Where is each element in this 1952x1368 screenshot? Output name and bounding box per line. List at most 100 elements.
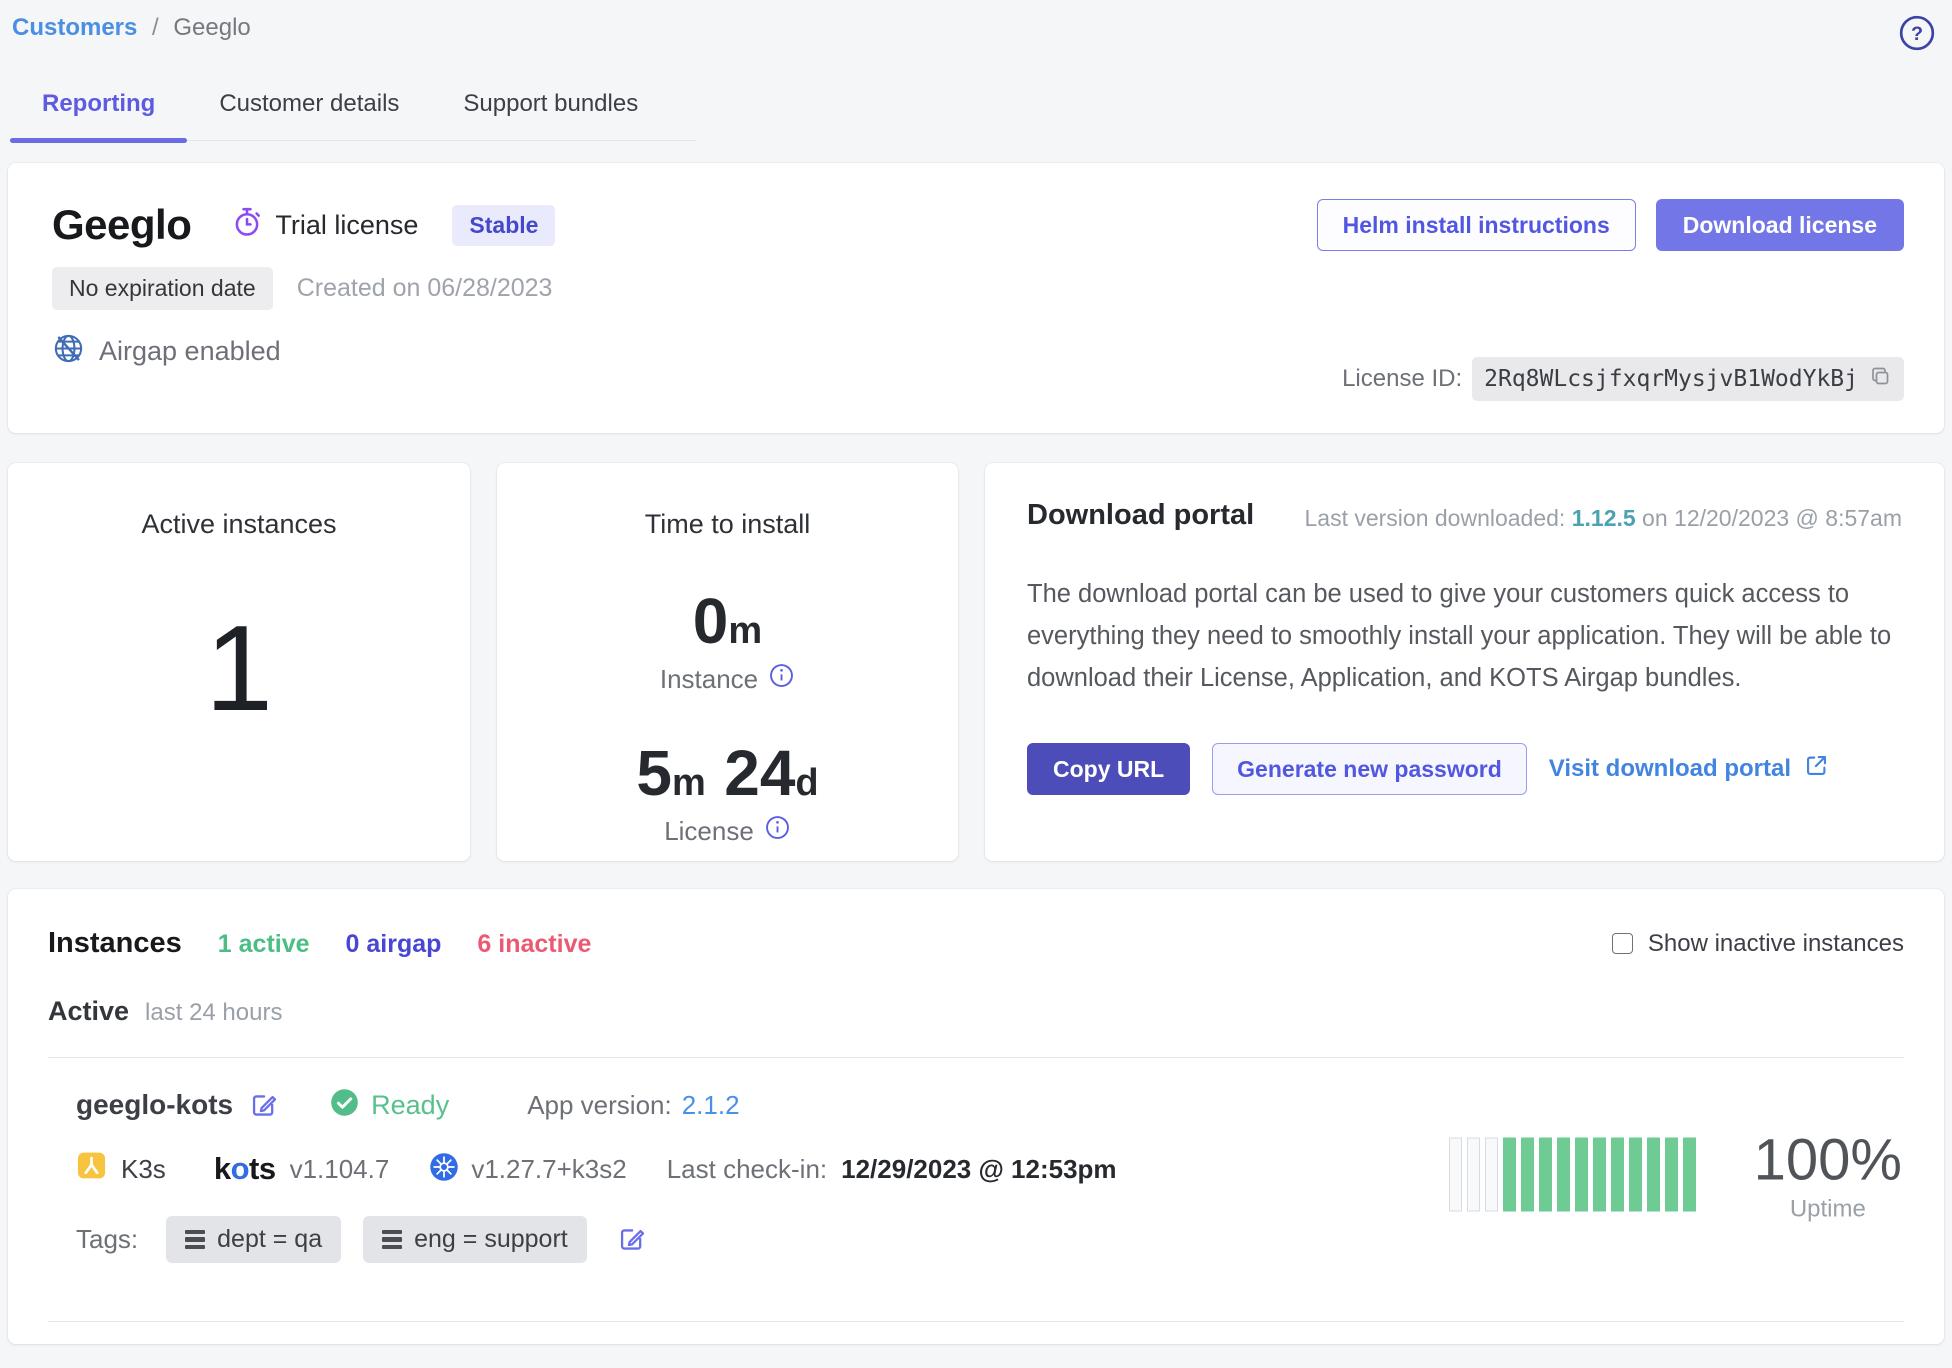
tag-lines-icon xyxy=(185,1230,205,1250)
uptime-bar xyxy=(1557,1138,1570,1212)
tab-customer-details[interactable]: Customer details xyxy=(187,82,431,140)
expiration-badge: No expiration date xyxy=(52,267,273,310)
last-checkin-label: Last check-in: xyxy=(667,1154,827,1185)
download-license-button[interactable]: Download license xyxy=(1656,199,1904,251)
kubernetes-icon xyxy=(429,1152,459,1187)
instance-install-time: 0m xyxy=(497,584,958,658)
breadcrumb-customers-link[interactable]: Customers xyxy=(12,14,137,41)
last-version-downloaded: Last version downloaded: 1.12.5 on 12/20… xyxy=(1304,505,1902,532)
app-version-label: App version: xyxy=(527,1090,672,1121)
license-id-value[interactable]: 2Rq8WLcsjfxqrMysjvB1WodYkBj xyxy=(1472,357,1904,401)
uptime-bar xyxy=(1629,1138,1642,1212)
breadcrumb: Customers / Geeglo xyxy=(12,14,251,42)
last-checkin-value: 12/29/2023 @ 12:53pm xyxy=(841,1154,1116,1185)
kots-version: v1.104.7 xyxy=(290,1154,390,1185)
active-section-heading: Active xyxy=(48,996,129,1027)
info-icon[interactable] xyxy=(764,814,791,848)
instance-time-label: Instance xyxy=(660,664,758,695)
tag-pill[interactable]: eng = support xyxy=(363,1216,587,1263)
k3s-icon xyxy=(76,1150,107,1188)
license-summary-card: Geeglo Trial license Stable No expirat xyxy=(8,163,1944,433)
uptime-bar xyxy=(1485,1138,1498,1212)
active-section-range: last 24 hours xyxy=(145,999,282,1027)
active-instances-title: Active instances xyxy=(8,509,470,540)
uptime-bar xyxy=(1647,1138,1660,1212)
license-type-label: Trial license xyxy=(275,210,418,241)
top-bar: Customers / Geeglo ? xyxy=(8,12,1944,52)
stopwatch-icon xyxy=(231,206,263,245)
copy-url-button[interactable]: Copy URL xyxy=(1027,743,1190,795)
customer-reporting-page: Customers / Geeglo ? Reporting Customer … xyxy=(0,0,1952,1368)
tab-bar: Reporting Customer details Support bundl… xyxy=(10,82,696,141)
info-icon[interactable] xyxy=(768,662,795,696)
uptime-bar xyxy=(1593,1138,1606,1212)
uptime-bar xyxy=(1575,1138,1588,1212)
ready-check-icon xyxy=(330,1088,359,1122)
uptime-bar xyxy=(1521,1138,1534,1212)
instances-card: Instances 1 active 0 airgap 6 inactive S… xyxy=(8,889,1944,1344)
breadcrumb-current: Geeglo xyxy=(173,14,250,41)
edit-instance-name-icon[interactable] xyxy=(249,1091,278,1120)
download-portal-description: The download portal can be used to give … xyxy=(1027,574,1897,699)
kubernetes-version: v1.27.7+k3s2 xyxy=(471,1154,626,1185)
tag-lines-icon xyxy=(382,1230,402,1250)
uptime-label: Uptime xyxy=(1754,1195,1902,1223)
active-instances-card: Active instances 1 xyxy=(8,463,470,861)
kots-logo: kots xyxy=(214,1151,276,1187)
tab-reporting[interactable]: Reporting xyxy=(10,82,187,140)
license-time-label: License xyxy=(664,816,754,847)
show-inactive-toggle[interactable]: Show inactive instances xyxy=(1612,930,1904,958)
inactive-count[interactable]: 6 inactive xyxy=(477,930,591,959)
tag-pill[interactable]: dept = qa xyxy=(166,1216,341,1263)
uptime-bar xyxy=(1503,1138,1516,1212)
visit-download-portal-link[interactable]: Visit download portal xyxy=(1549,752,1830,786)
instances-title: Instances xyxy=(48,927,182,960)
active-count[interactable]: 1 active xyxy=(218,930,310,959)
divider xyxy=(48,1321,1904,1322)
show-inactive-checkbox[interactable] xyxy=(1612,933,1633,954)
airgap-enabled-label: Airgap enabled xyxy=(99,336,281,367)
copy-icon[interactable] xyxy=(1868,364,1892,394)
active-instances-count: 1 xyxy=(8,598,470,738)
breadcrumb-separator: / xyxy=(152,14,159,41)
helm-install-instructions-button[interactable]: Helm install instructions xyxy=(1317,199,1636,251)
time-to-install-card: Time to install 0m Instance 5m 24d xyxy=(497,463,958,861)
license-id-text: 2Rq8WLcsjfxqrMysjvB1WodYkBj xyxy=(1484,366,1858,392)
instance-status: Ready xyxy=(371,1090,449,1121)
uptime-bar xyxy=(1539,1138,1552,1212)
stats-row: Active instances 1 Time to install 0m In… xyxy=(8,463,1944,861)
last-version-link[interactable]: 1.12.5 xyxy=(1572,505,1636,531)
tag-text: eng = support xyxy=(414,1225,568,1254)
distribution-label: K3s xyxy=(121,1154,166,1185)
tab-support-bundles[interactable]: Support bundles xyxy=(431,82,670,140)
airgap-count[interactable]: 0 airgap xyxy=(346,930,442,959)
airgap-globe-icon xyxy=(52,332,85,370)
download-portal-title: Download portal xyxy=(1027,499,1254,532)
uptime-bars xyxy=(1449,1138,1696,1212)
time-to-install-title: Time to install xyxy=(497,509,958,540)
uptime-bar xyxy=(1683,1138,1696,1212)
instance-name: geeglo-kots xyxy=(76,1089,233,1121)
app-version-link[interactable]: 2.1.2 xyxy=(682,1090,740,1121)
instance-row: geeglo-kots Ready xyxy=(48,1058,1904,1291)
download-portal-card: Download portal Last version downloaded:… xyxy=(985,463,1944,861)
customer-name: Geeglo xyxy=(52,201,191,249)
generate-new-password-button[interactable]: Generate new password xyxy=(1212,743,1527,795)
license-install-time: 5m 24d xyxy=(497,736,958,810)
external-link-icon xyxy=(1803,752,1830,786)
edit-tags-icon[interactable] xyxy=(617,1225,646,1254)
license-id-label: License ID: xyxy=(1342,365,1462,393)
uptime-percent: 100% xyxy=(1754,1126,1902,1193)
uptime-summary: 100% Uptime xyxy=(1449,1126,1902,1223)
tags-list: dept = qa eng = support xyxy=(166,1216,609,1263)
uptime-bar xyxy=(1611,1138,1624,1212)
uptime-bar xyxy=(1467,1138,1480,1212)
uptime-bar xyxy=(1449,1138,1462,1212)
channel-badge: Stable xyxy=(452,205,555,246)
uptime-bar xyxy=(1665,1138,1678,1212)
svg-text:?: ? xyxy=(1911,23,1923,45)
help-button[interactable]: ? xyxy=(1898,14,1936,52)
question-circle-icon: ? xyxy=(1898,39,1936,56)
show-inactive-label: Show inactive instances xyxy=(1648,930,1904,958)
created-on-text: Created on 06/28/2023 xyxy=(297,274,553,303)
